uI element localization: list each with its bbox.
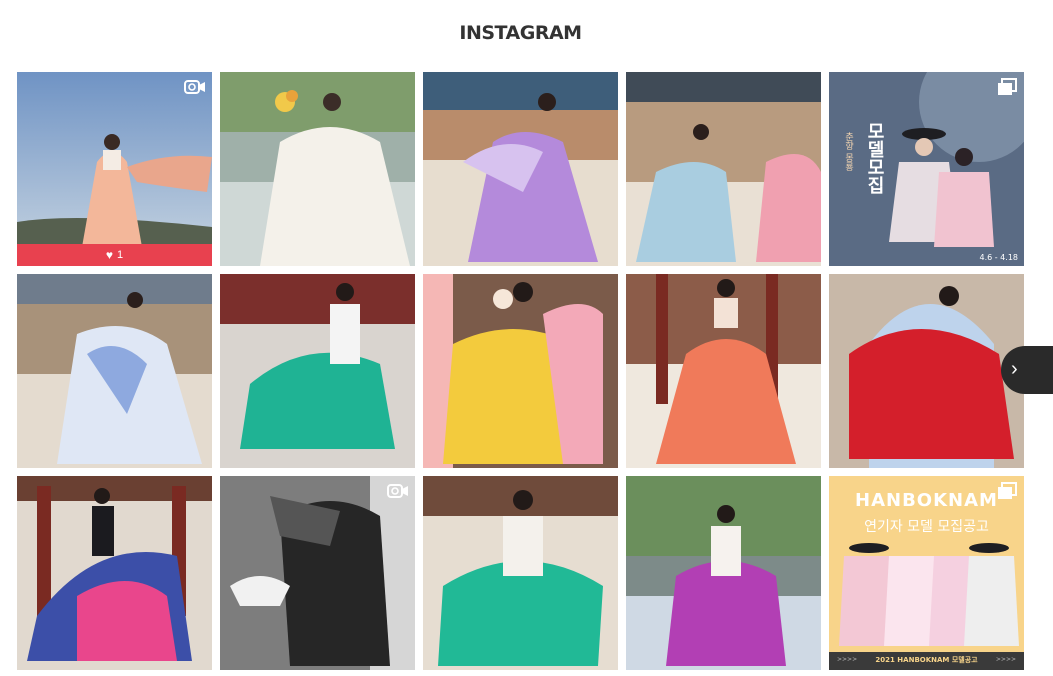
instagram-post-15[interactable]: HANBOKNAM 연기자 모델 모집공고 >>>> 2021 HANBOKNA… <box>829 476 1024 670</box>
post-image <box>423 476 618 670</box>
poster-title: 모델모집 <box>864 122 885 194</box>
instagram-post-11[interactable] <box>17 476 212 670</box>
chevron-right-icon: › <box>1011 358 1018 380</box>
heart-icon: ♥ <box>105 248 113 262</box>
multiple-images-icon <box>998 78 1017 95</box>
instagram-post-13[interactable] <box>423 476 618 670</box>
instagram-post-3[interactable] <box>423 72 618 266</box>
poster-arrows-right: >>>> <box>995 656 1016 663</box>
post-image <box>626 476 821 670</box>
post-image <box>17 274 212 468</box>
poster-headline: 연기자 모델 모집공고 <box>864 519 989 535</box>
section-title: INSTAGRAM <box>459 22 582 44</box>
instagram-post-8[interactable] <box>423 274 618 468</box>
post-image <box>220 476 415 670</box>
instagram-post-2[interactable] <box>220 72 415 266</box>
post-image <box>829 72 1024 266</box>
instagram-post-10[interactable] <box>829 274 1024 468</box>
post-image <box>423 274 618 468</box>
like-count-bar: ♥ 1 <box>17 244 212 266</box>
like-count: 1 <box>117 249 124 261</box>
post-image <box>220 72 415 266</box>
instagram-post-9[interactable] <box>626 274 821 468</box>
post-image <box>220 274 415 468</box>
post-image <box>626 274 821 468</box>
post-image <box>423 72 618 266</box>
instagram-post-7[interactable] <box>220 274 415 468</box>
post-image <box>17 72 212 266</box>
instagram-post-1[interactable]: ♥ 1 <box>17 72 212 266</box>
video-camera-icon <box>184 80 205 94</box>
post-image <box>17 476 212 670</box>
post-image <box>626 72 821 266</box>
instagram-post-5[interactable]: 모델모집 춘향 몽룡 4.6 - 4.18 <box>829 72 1024 266</box>
instagram-post-4[interactable] <box>626 72 821 266</box>
poster-brand: HANBOKNAM <box>855 490 998 511</box>
poster-date: 4.6 - 4.18 <box>979 253 1018 262</box>
next-arrow-button[interactable]: › <box>1001 346 1053 394</box>
poster-subtitle: 춘향 몽룡 <box>843 132 853 171</box>
video-camera-icon <box>387 484 408 498</box>
post-image <box>829 274 1024 468</box>
poster-footer: 2021 HANBOKNAM 모델공고 <box>875 656 978 664</box>
instagram-post-12[interactable] <box>220 476 415 670</box>
multiple-images-icon <box>998 482 1017 499</box>
instagram-post-14[interactable] <box>626 476 821 670</box>
instagram-post-6[interactable] <box>17 274 212 468</box>
instagram-grid: ♥ 1 모델모집 춘향 몽룡 4.6 - 4.18 HANBOKNAM 연기자 … <box>17 72 1027 670</box>
